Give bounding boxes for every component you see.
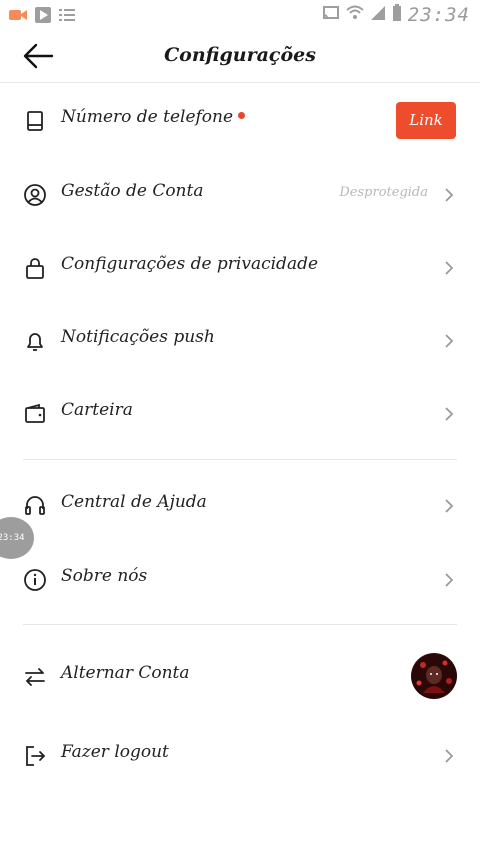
wallet-icon [23, 402, 47, 426]
cast-icon [322, 5, 340, 25]
settings-item-label: Configurações de privacidade [61, 254, 319, 274]
play-store-icon [34, 6, 52, 28]
settings-item-wallet[interactable]: Carteira [0, 385, 480, 441]
logout-icon [23, 744, 47, 768]
settings-item-help[interactable]: Central de Ajuda [0, 477, 480, 533]
notification-dot [238, 112, 246, 119]
settings-item-about[interactable]: Sobre nós [0, 551, 480, 607]
bell-icon [23, 329, 47, 353]
account-status-text: Desprotegida [339, 185, 428, 200]
status-time: 23:34 [407, 4, 470, 26]
avatar [411, 653, 457, 699]
chevron-right-icon [444, 572, 454, 588]
settings-item-label: Central de Ajuda [61, 492, 207, 512]
settings-item-privacy[interactable]: Configurações de privacidade [0, 239, 480, 295]
phone-icon [23, 109, 47, 133]
battery-icon [392, 4, 402, 26]
settings-item-switch-account[interactable]: Alternar Conta [0, 648, 480, 704]
lock-icon [23, 256, 47, 280]
swap-icon [23, 665, 47, 689]
settings-item-label: Fazer logout [61, 742, 169, 762]
section-divider [23, 459, 457, 460]
chevron-right-icon [444, 333, 454, 349]
settings-item-phone[interactable]: Número de telefone Link [0, 92, 480, 148]
settings-item-label: Gestão de Conta [61, 181, 204, 201]
status-bar: 23:34 [0, 0, 480, 32]
chevron-right-icon [444, 748, 454, 764]
chevron-right-icon [444, 498, 454, 514]
page-title: Configurações [164, 44, 316, 66]
section-divider [23, 624, 457, 625]
settings-item-label: Carteira [61, 400, 133, 420]
user-circle-icon [23, 183, 47, 207]
link-button[interactable]: Link [396, 102, 456, 139]
settings-item-notifications[interactable]: Notificações push [0, 312, 480, 368]
settings-item-label: Sobre nós [61, 566, 148, 586]
settings-item-label: Número de telefone [61, 107, 246, 127]
settings-item-label: Notificações push [61, 327, 215, 347]
app-bar: Configurações [0, 32, 480, 83]
chevron-right-icon [444, 406, 454, 422]
settings-item-label: Alternar Conta [61, 663, 190, 683]
wifi-icon [346, 5, 364, 25]
headset-icon [23, 494, 47, 518]
chevron-right-icon [444, 260, 454, 276]
signal-icon [370, 5, 386, 25]
settings-item-account[interactable]: Gestão de Conta Desprotegida [0, 166, 480, 222]
info-icon [23, 568, 47, 592]
chevron-right-icon [444, 187, 454, 203]
settings-item-logout[interactable]: Fazer logout [0, 727, 480, 783]
list-icon [58, 7, 76, 27]
screen-record-icon [8, 7, 28, 27]
